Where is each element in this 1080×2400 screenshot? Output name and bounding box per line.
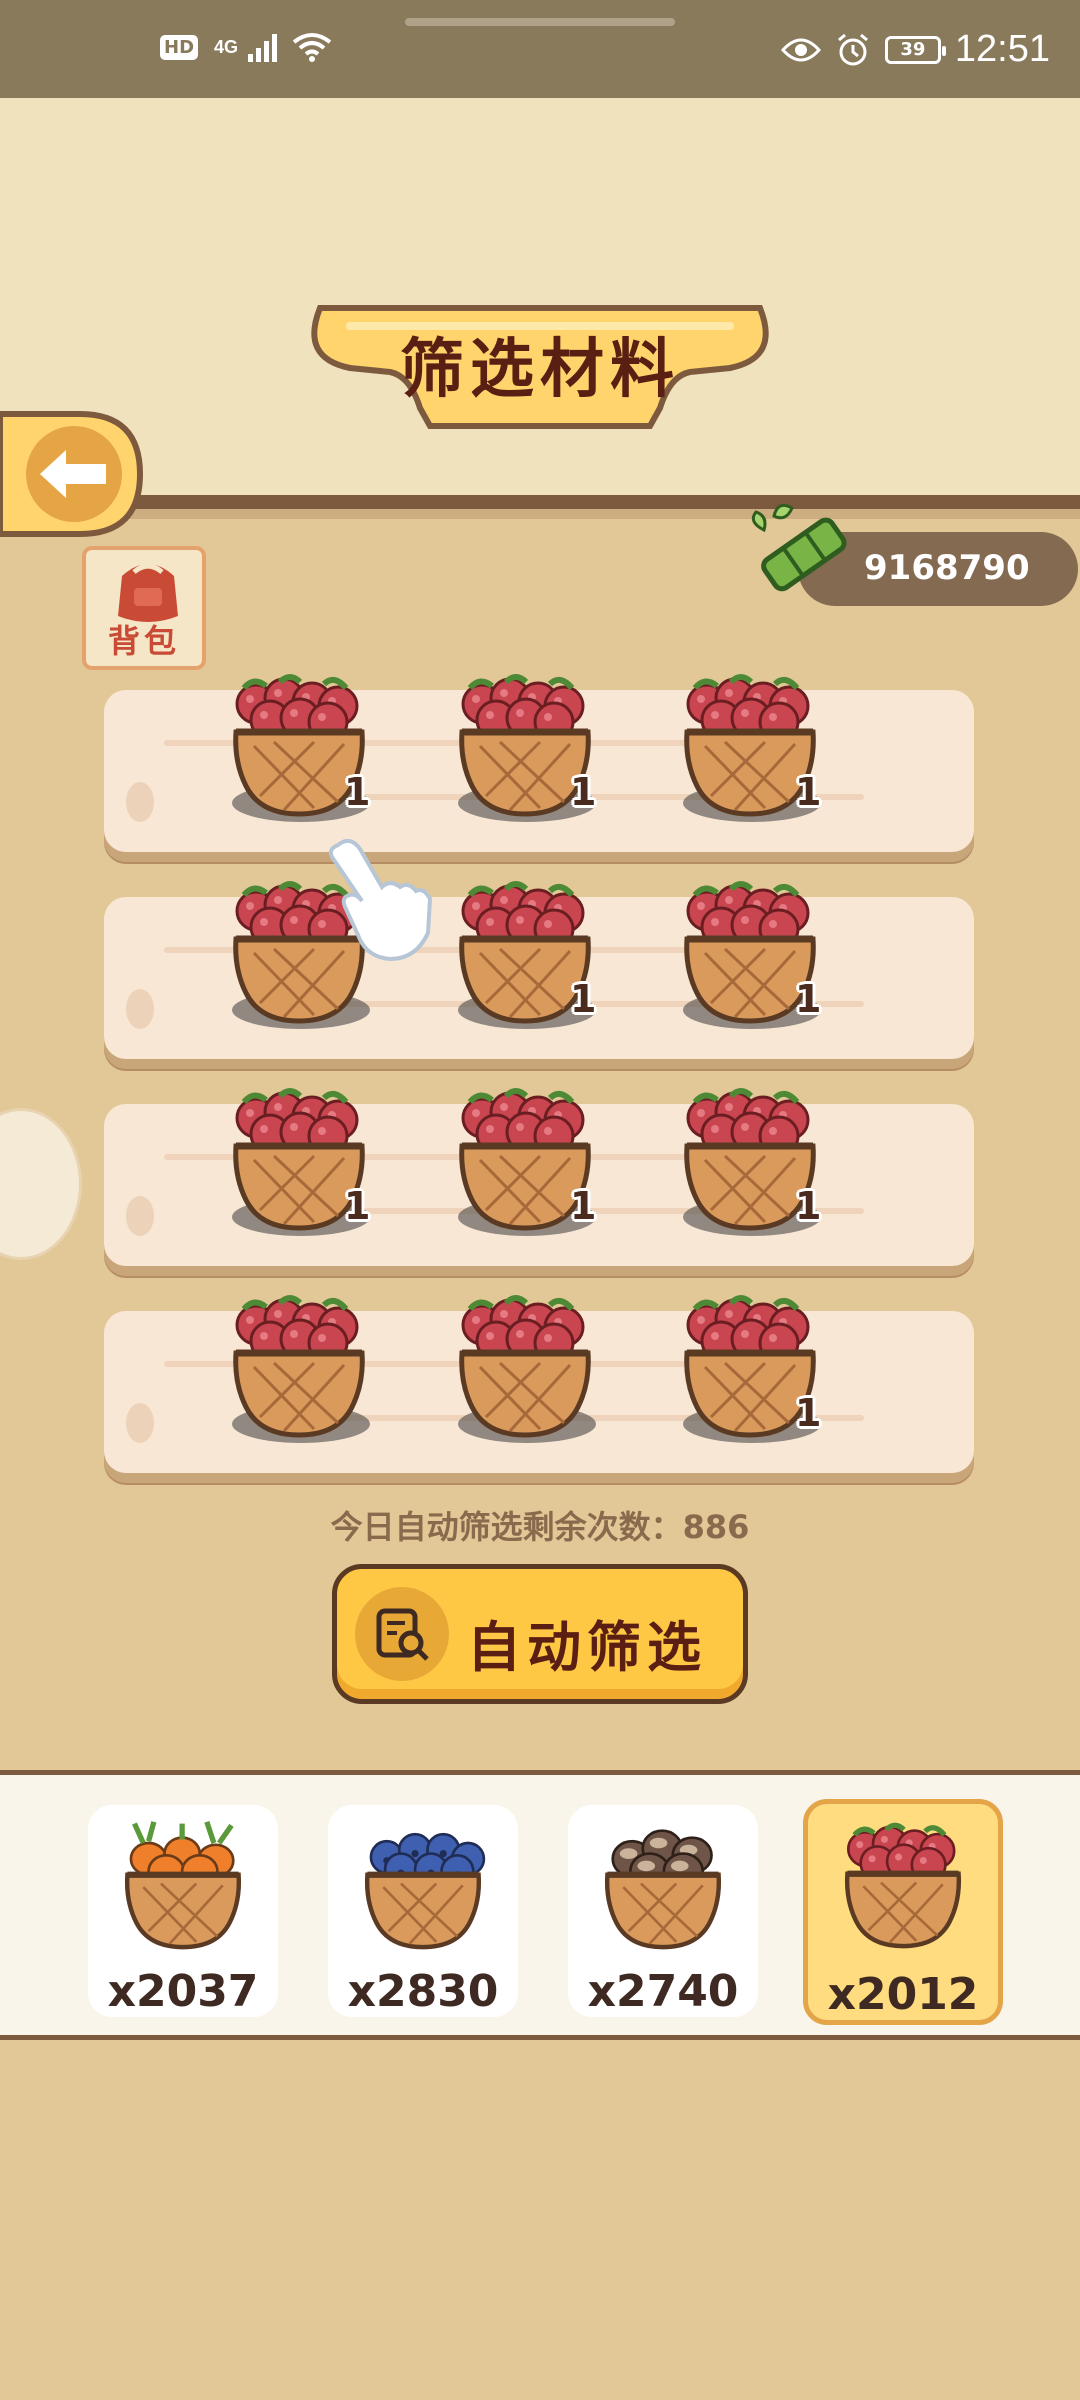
grid-cell[interactable]: 1 bbox=[665, 869, 835, 1039]
network-label: 4G bbox=[214, 36, 239, 57]
header-divider-shadow bbox=[0, 509, 1080, 519]
cell-count: 1 bbox=[795, 977, 822, 1021]
page-title: 筛选材料 bbox=[400, 332, 680, 407]
grid-cell[interactable]: 1 bbox=[214, 662, 384, 832]
cell-count: 1 bbox=[795, 770, 822, 814]
hd-badge: HD bbox=[160, 34, 199, 60]
cell-count: 1 bbox=[570, 1184, 597, 1228]
carrot-basket-icon bbox=[124, 1820, 242, 1950]
status-bar: HD 4G 39 12:51 bbox=[0, 0, 1080, 98]
status-left: HD 4G bbox=[160, 32, 332, 62]
cell-count: 1 bbox=[344, 1184, 371, 1228]
tray-item-mushroom-basket[interactable]: x2740 bbox=[568, 1805, 758, 2017]
backpack-label: 背包 bbox=[107, 622, 180, 660]
material-tray: x2037 x2830 x2740 x2012 bbox=[0, 1770, 1080, 2040]
tray-item-blueberry-basket[interactable]: x2830 bbox=[328, 1805, 518, 2017]
cell-count: 1 bbox=[795, 1391, 822, 1435]
arrow-left-icon bbox=[0, 411, 144, 537]
grid-cell[interactable]: 1 bbox=[665, 662, 835, 832]
currency-value: 9168790 bbox=[864, 548, 1030, 588]
auto-filter-button[interactable]: 自动筛选 bbox=[332, 1564, 748, 1704]
grid-cell[interactable]: 1 bbox=[440, 662, 610, 832]
auto-filter-label: 自动筛选 bbox=[467, 1615, 707, 1679]
tray-item-count: x2012 bbox=[827, 1969, 979, 2020]
tray-item-raspberry-basket[interactable]: x2012 bbox=[803, 1799, 1003, 2025]
tap-hand-icon bbox=[328, 838, 433, 962]
alarm-icon bbox=[837, 33, 868, 65]
blueberry-basket-icon bbox=[364, 1832, 486, 1950]
cell-count: 1 bbox=[344, 770, 371, 814]
grid-cell[interactable] bbox=[440, 1283, 610, 1453]
tray-item-carrot-basket[interactable]: x2037 bbox=[88, 1805, 278, 2017]
status-right: 39 12:51 bbox=[780, 28, 1050, 71]
grid-cell[interactable]: 1 bbox=[214, 1076, 384, 1246]
mushroom-basket-icon bbox=[604, 1829, 722, 1950]
grid-cell[interactable]: 1 bbox=[665, 1076, 835, 1246]
grid-cell[interactable]: 1 bbox=[665, 1283, 835, 1453]
cell-count: 1 bbox=[570, 770, 597, 814]
raspberry-basket-icon bbox=[459, 1295, 591, 1438]
battery-level: 39 bbox=[900, 39, 926, 60]
wifi-icon bbox=[292, 33, 332, 62]
grid-cell[interactable]: 1 bbox=[440, 1076, 610, 1246]
bamboo-icon bbox=[751, 503, 847, 592]
search-document-icon bbox=[355, 1587, 449, 1681]
eye-icon bbox=[780, 38, 821, 61]
back-button[interactable] bbox=[0, 410, 145, 538]
cell-count: 1 bbox=[795, 1184, 822, 1228]
clock: 12:51 bbox=[954, 28, 1050, 70]
cell-count: 1 bbox=[570, 977, 597, 1021]
side-float-button[interactable] bbox=[0, 1108, 82, 1260]
battery-icon: 39 bbox=[884, 35, 946, 64]
backpack-button[interactable]: 背包 bbox=[82, 546, 206, 670]
raspberry-basket-icon bbox=[844, 1822, 962, 1949]
grid-cell[interactable]: 1 bbox=[440, 869, 610, 1039]
grid-cell[interactable] bbox=[214, 1283, 384, 1453]
header-divider bbox=[0, 495, 1080, 509]
signal-icon bbox=[248, 34, 278, 62]
auto-filter-remaining: 今日自动筛选剩余次数：886 bbox=[330, 1508, 750, 1546]
tray-item-count: x2037 bbox=[107, 1966, 259, 2017]
raspberry-basket-icon bbox=[233, 1295, 365, 1438]
backpack-icon bbox=[118, 563, 178, 622]
tray-item-count: x2830 bbox=[347, 1966, 499, 2017]
top-notch bbox=[405, 18, 675, 26]
tray-item-count: x2740 bbox=[587, 1966, 739, 2017]
